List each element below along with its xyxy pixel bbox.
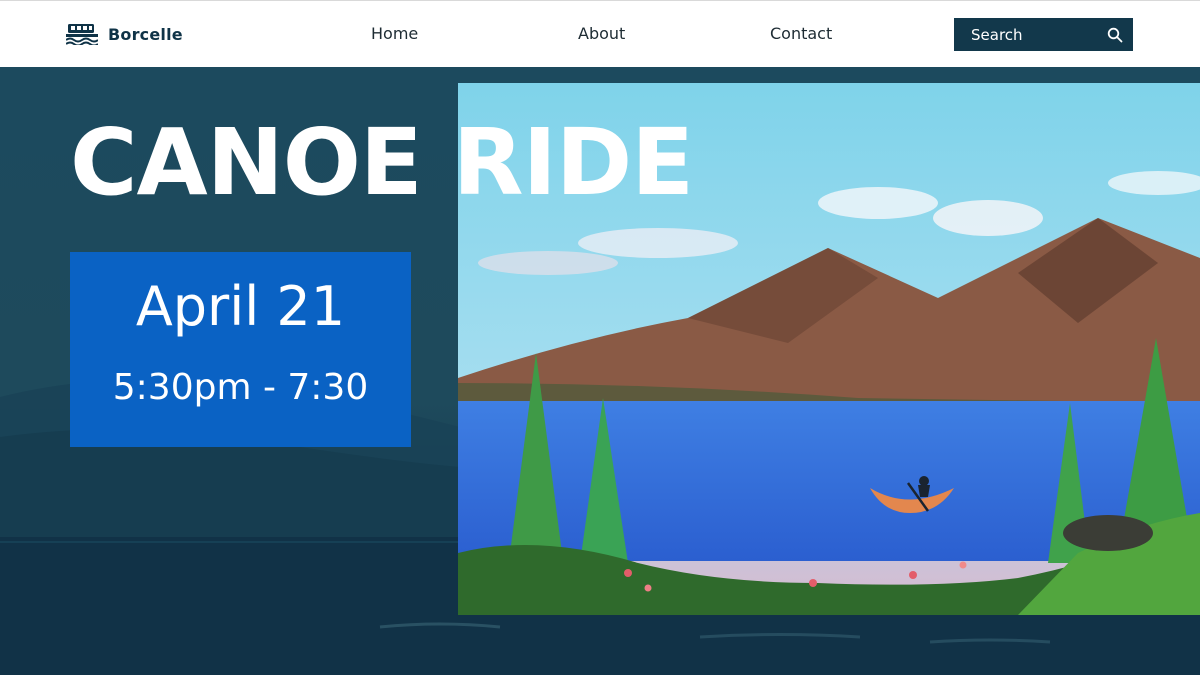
- nav-about[interactable]: About: [578, 24, 625, 43]
- brand-name: Borcelle: [108, 24, 183, 44]
- search-box: [954, 18, 1133, 51]
- event-time: 5:30pm - 7:30: [112, 367, 369, 408]
- nav-contact[interactable]: Contact: [770, 24, 832, 43]
- logo[interactable]: Borcelle: [66, 23, 183, 45]
- boat-icon: [66, 24, 98, 45]
- nav-home[interactable]: Home: [371, 24, 418, 43]
- event-date-box: April 21 5:30pm - 7:30: [70, 252, 411, 447]
- top-navbar: Borcelle Home About Contact: [0, 0, 1200, 67]
- event-title: CANOE RIDE: [70, 109, 694, 216]
- search-icon[interactable]: [1107, 27, 1123, 43]
- search-input[interactable]: [971, 25, 1107, 44]
- event-date: April 21: [135, 275, 346, 338]
